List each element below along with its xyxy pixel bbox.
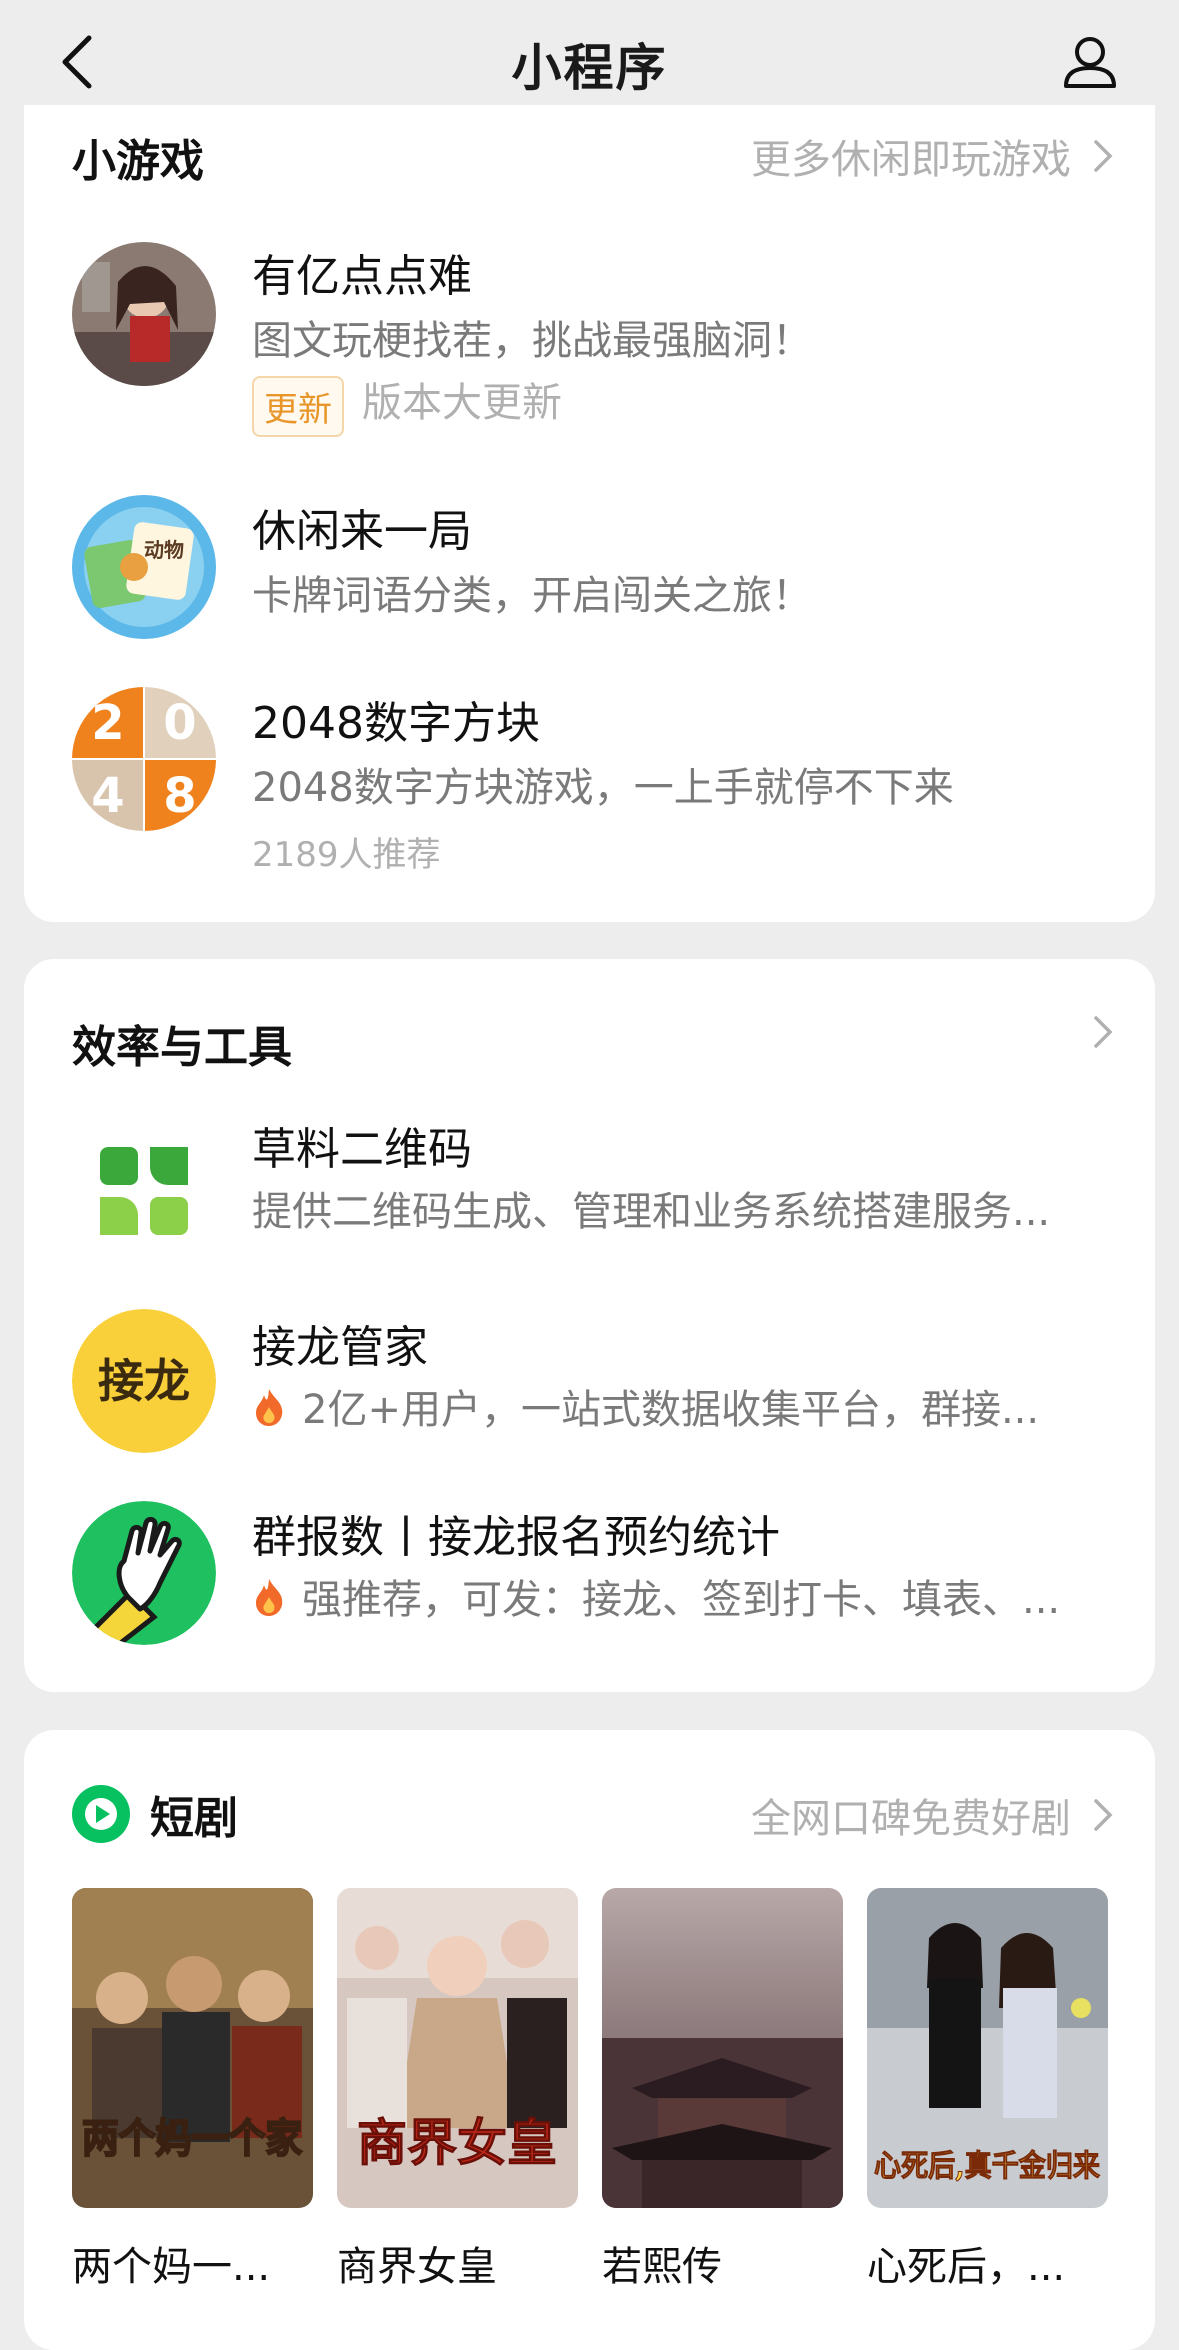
game-name-2: 休闲来一局 (252, 506, 472, 557)
chevron-right-icon (1094, 1016, 1113, 1048)
games-card: 小游戏 更多休闲即玩游戏 有亿点点难 图文玩梗找茬，挑战最强脑洞！ 更新 版本大更… (24, 105, 1155, 922)
profile-button[interactable] (1060, 32, 1120, 92)
tool-name-2: 接龙管家 (252, 1322, 428, 1373)
drama-poster-1: 两个妈一个家 (72, 1888, 313, 2208)
drama-item-4[interactable]: 心死后,真千金归来 心死后，... (867, 1888, 1108, 2292)
drama-title-3: 若熙传 (602, 2244, 722, 2290)
jielong-app-icon: 接龙 (72, 1309, 216, 1453)
jielong-icon-text: 接龙 (98, 1354, 190, 1408)
dramas-more-label: 全网口碑免费好剧 (751, 1796, 1071, 1842)
game-item-3[interactable]: 2 0 4 8 2048数字方块 2048数字方块游戏，一上手就停不下来 218… (24, 677, 1155, 875)
fire-icon (256, 1579, 283, 1616)
qunbaoshu-app-icon (72, 1501, 216, 1645)
drama-poster-1-text: 两个妈一个家 (82, 2115, 302, 2162)
game-item-1[interactable]: 有亿点点难 图文玩梗找茬，挑战最强脑洞！ 更新 版本大更新 (24, 230, 1155, 437)
dramas-header: 短剧 (72, 1782, 238, 1846)
game-meta-text-1: 版本大更新 (362, 380, 562, 426)
game-avatar-2: 动物 (72, 495, 216, 639)
tools-section-title: 效率与工具 (72, 1022, 292, 1073)
games-section-title: 小游戏 (72, 136, 204, 187)
games-more-label: 更多休闲即玩游戏 (751, 137, 1071, 183)
drama-item-1[interactable]: 两个妈一个家 两个妈一... (72, 1888, 313, 2292)
page-title: 小程序 (511, 39, 668, 97)
drama-poster-4: 心死后,真千金归来 (867, 1888, 1108, 2208)
dramas-more-link[interactable]: 全网口碑免费好剧 (751, 1786, 1113, 1844)
game-desc-2: 卡牌词语分类，开启闯关之旅！ (252, 573, 812, 619)
user-icon (1064, 37, 1116, 88)
tile-8: 8 (163, 768, 196, 824)
tool-item-3[interactable]: 群报数丨接龙报名预约统计 强推荐，可发：接龙、签到打卡、填表、... (24, 1501, 1155, 1671)
game-meta-3: 2189人推荐 (252, 835, 441, 875)
game-desc-3: 2048数字方块游戏，一上手就停不下来 (252, 765, 954, 811)
tool-desc-2-text: 2亿+用户，一站式数据收集平台，群接... (302, 1387, 1040, 1433)
drama-poster-2-text: 商界女皇 (357, 2113, 557, 2172)
tile-0: 0 (163, 695, 196, 751)
game-name-1: 有亿点点难 (252, 251, 472, 302)
tool-desc-3: 强推荐，可发：接龙、签到打卡、填表、... (252, 1567, 1112, 1625)
tool-item-1[interactable]: 草料二维码 提供二维码生成、管理和业务系统搭建服务... (24, 1119, 1155, 1289)
drama-title-2: 商界女皇 (337, 2244, 497, 2290)
drama-poster-2: 商界女皇 (337, 1888, 578, 2208)
fire-icon (256, 1389, 283, 1426)
play-circle-icon (72, 1785, 130, 1843)
tool-desc-1: 提供二维码生成、管理和业务系统搭建服务... (252, 1189, 1051, 1235)
tile-4: 4 (91, 768, 124, 824)
drama-item-3[interactable]: 若熙传 (602, 1888, 843, 2292)
qrcode-app-icon (72, 1119, 216, 1263)
chevron-right-icon (1094, 140, 1113, 172)
dramas-section-title: 短剧 (150, 1793, 238, 1844)
drama-item-2[interactable]: 商界女皇 商界女皇 (337, 1888, 578, 2292)
tools-card: 效率与工具 草料二维码 提供二维码生成、管理和业务系统搭建服务... 接龙 接龙… (24, 959, 1155, 1692)
game-avatar-2-text: 动物 (144, 538, 184, 562)
game-meta-1: 更新 版本大更新 (252, 370, 562, 437)
drama-title-4: 心死后，... (867, 2244, 1066, 2290)
game-avatar-1 (72, 242, 216, 386)
tool-name-1: 草料二维码 (252, 1124, 472, 1175)
tool-desc-2: 2亿+用户，一站式数据收集平台，群接... (252, 1377, 1112, 1435)
update-badge: 更新 (252, 376, 344, 437)
game-avatar-3: 2 0 4 8 (72, 687, 216, 831)
games-more-link[interactable]: 更多休闲即玩游戏 (751, 127, 1113, 185)
tool-desc-3-text: 强推荐，可发：接龙、签到打卡、填表、... (302, 1577, 1061, 1623)
tool-name-3: 群报数丨接龙报名预约统计 (252, 1512, 780, 1563)
chevron-right-icon (1094, 1799, 1113, 1831)
drama-poster-4-text: 心死后,真千金归来 (874, 2149, 1100, 2184)
game-desc-1: 图文玩梗找茬，挑战最强脑洞！ (252, 318, 812, 364)
tools-more-link[interactable] (1071, 1015, 1113, 1049)
drama-poster-3 (602, 1888, 843, 2208)
game-item-2[interactable]: 动物 休闲来一局 卡牌词语分类，开启闯关之旅！ (24, 485, 1155, 655)
dramas-list: 两个妈一个家 两个妈一... 商界女皇 商界女皇 若熙传 心死后,真千金归来 心… (72, 1888, 1108, 2292)
dramas-card: 短剧 全网口碑免费好剧 两个妈一个家 两个妈一... 商界女皇 商界女皇 若熙传… (24, 1730, 1155, 2350)
tile-2: 2 (91, 695, 124, 751)
tool-item-2[interactable]: 接龙 接龙管家 2亿+用户，一站式数据收集平台，群接... (24, 1309, 1155, 1479)
drama-title-1: 两个妈一... (72, 2244, 271, 2290)
game-name-3: 2048数字方块 (252, 698, 540, 749)
